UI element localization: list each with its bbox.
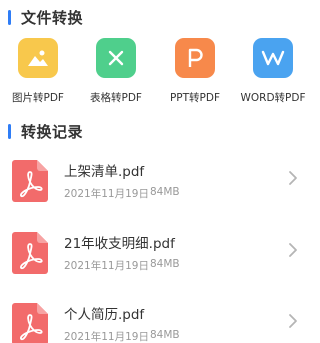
ppt-p-icon xyxy=(175,38,215,78)
record-item[interactable]: 个人简历.pdf 2021年11月19日 84MB xyxy=(0,295,314,343)
section-header-file-convert: 文件转换 xyxy=(0,7,83,27)
section-title-records: 转换记录 xyxy=(21,122,84,141)
pdf-file-icon xyxy=(12,160,48,202)
tool-label: PPT转PDF xyxy=(169,92,221,104)
record-item[interactable]: 上架清单.pdf 2021年11月19日 84MB xyxy=(0,152,314,216)
tool-label: 表格转PDF xyxy=(90,92,142,104)
record-size: 84MB xyxy=(150,329,180,341)
chevron-right-icon xyxy=(289,314,297,328)
tool-grid: 图片转PDF 表格转PDF PPT转PDF WORD转PDF xyxy=(0,38,314,110)
chevron-right-icon xyxy=(289,171,297,185)
record-item[interactable]: 21年收支明细.pdf 2021年11月19日 84MB xyxy=(0,224,314,288)
record-name: 上架清单.pdf xyxy=(64,164,145,180)
section-accent-bar xyxy=(8,123,11,139)
tool-word-to-pdf[interactable]: WORD转PDF xyxy=(231,38,314,110)
excel-x-icon xyxy=(96,38,136,78)
pdf-file-icon xyxy=(12,303,48,343)
image-icon xyxy=(18,38,58,78)
tool-ppt-to-pdf[interactable]: PPT转PDF xyxy=(153,38,237,110)
record-date: 2021年11月19日 xyxy=(64,260,149,272)
word-w-icon xyxy=(253,38,293,78)
tool-image-to-pdf[interactable]: 图片转PDF xyxy=(0,38,80,110)
chevron-right-icon xyxy=(289,243,297,257)
section-accent-bar xyxy=(8,9,11,25)
record-date: 2021年11月19日 xyxy=(64,188,149,200)
record-name: 个人简历.pdf xyxy=(64,307,145,323)
section-title-file-convert: 文件转换 xyxy=(21,8,84,27)
file-convert-page: 文件转换 图片转PDF 表格转PDF PPT转PDF WORD转PDF 转换记录… xyxy=(0,0,314,343)
section-header-records: 转换记录 xyxy=(0,121,83,141)
tool-label: WORD转PDF xyxy=(240,92,306,104)
record-size: 84MB xyxy=(150,258,180,270)
pdf-file-icon xyxy=(12,232,48,274)
record-date: 2021年11月19日 xyxy=(64,331,149,343)
record-name: 21年收支明细.pdf xyxy=(64,236,175,252)
record-size: 84MB xyxy=(150,186,180,198)
tool-excel-to-pdf[interactable]: 表格转PDF xyxy=(74,38,158,110)
tool-label: 图片转PDF xyxy=(12,92,64,104)
